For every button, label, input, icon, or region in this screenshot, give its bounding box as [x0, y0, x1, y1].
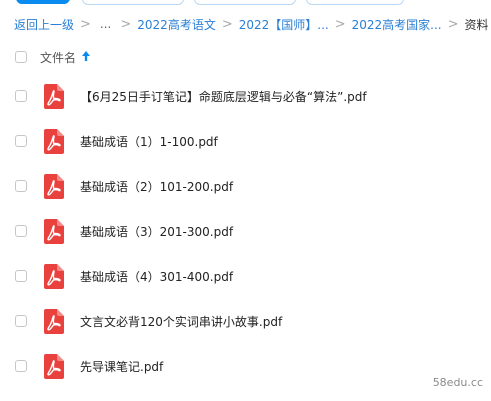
file-name[interactable]: 【6月25日手订笔记】命题底层逻辑与必备“算法”.pdf: [80, 88, 367, 105]
breadcrumb-ellipsis[interactable]: ...: [100, 17, 111, 31]
back-up-link[interactable]: 返回上一级: [14, 16, 74, 33]
file-row[interactable]: 先导课笔记.pdf: [0, 344, 491, 389]
secondary-action-button-edge[interactable]: [306, 0, 404, 5]
file-name[interactable]: 先导课笔记.pdf: [80, 358, 163, 375]
file-list-header: 文件名: [0, 44, 491, 70]
file-checkbox[interactable]: [15, 90, 27, 102]
file-row[interactable]: 基础成语（1）1-100.pdf: [0, 119, 491, 164]
pdf-icon: [44, 354, 64, 379]
breadcrumb-separator: >: [447, 16, 459, 32]
breadcrumb-item[interactable]: 2022【国师】...: [239, 16, 329, 33]
breadcrumb-separator: >: [120, 16, 132, 32]
breadcrumb-separator: >: [334, 16, 346, 32]
secondary-action-button-edge[interactable]: [194, 0, 296, 5]
pdf-icon: [44, 219, 64, 244]
file-name[interactable]: 文言文必背120个实词串讲小故事.pdf: [80, 313, 282, 330]
sort-ascending-icon[interactable]: [81, 49, 91, 63]
file-name[interactable]: 基础成语（2）101-200.pdf: [80, 178, 233, 195]
file-name[interactable]: 基础成语（3）201-300.pdf: [80, 223, 233, 240]
breadcrumb-separator: >: [221, 16, 233, 32]
breadcrumb-item[interactable]: 2022高考语文: [137, 16, 216, 33]
file-name[interactable]: 基础成语（4）301-400.pdf: [80, 268, 233, 285]
file-checkbox[interactable]: [15, 315, 27, 327]
top-button-bar: [0, 0, 491, 6]
filename-column-header[interactable]: 文件名: [40, 49, 76, 66]
file-checkbox[interactable]: [15, 270, 27, 282]
primary-action-button-edge[interactable]: [16, 0, 70, 4]
pdf-icon: [44, 84, 64, 109]
file-checkbox[interactable]: [15, 360, 27, 372]
file-list: 【6月25日手订笔记】命题底层逻辑与必备“算法”.pdf 基础成语（1）1-10…: [0, 74, 491, 389]
pdf-icon: [44, 264, 64, 289]
pdf-icon: [44, 129, 64, 154]
site-watermark: 58edu.cc: [432, 376, 483, 389]
select-all-checkbox[interactable]: [15, 51, 27, 63]
breadcrumb-separator: >: [80, 16, 91, 32]
file-row[interactable]: 基础成语（3）201-300.pdf: [0, 209, 491, 254]
breadcrumb-current: 资料: [464, 17, 489, 32]
file-row[interactable]: 基础成语（4）301-400.pdf: [0, 254, 491, 299]
file-row[interactable]: 【6月25日手订笔记】命题底层逻辑与必备“算法”.pdf: [0, 74, 491, 119]
file-row[interactable]: 基础成语（2）101-200.pdf: [0, 164, 491, 209]
breadcrumb-item[interactable]: 2022高考国家...: [352, 16, 442, 33]
pdf-icon: [44, 309, 64, 334]
file-checkbox[interactable]: [15, 225, 27, 237]
file-checkbox[interactable]: [15, 135, 27, 147]
file-row[interactable]: 文言文必背120个实词串讲小故事.pdf: [0, 299, 491, 344]
file-checkbox[interactable]: [15, 180, 27, 192]
pdf-icon: [44, 174, 64, 199]
secondary-action-button-edge[interactable]: [82, 0, 184, 5]
file-name[interactable]: 基础成语（1）1-100.pdf: [80, 133, 218, 150]
breadcrumb: 返回上一级 > ... > 2022高考语文 > 2022【国师】... > 2…: [14, 14, 489, 34]
